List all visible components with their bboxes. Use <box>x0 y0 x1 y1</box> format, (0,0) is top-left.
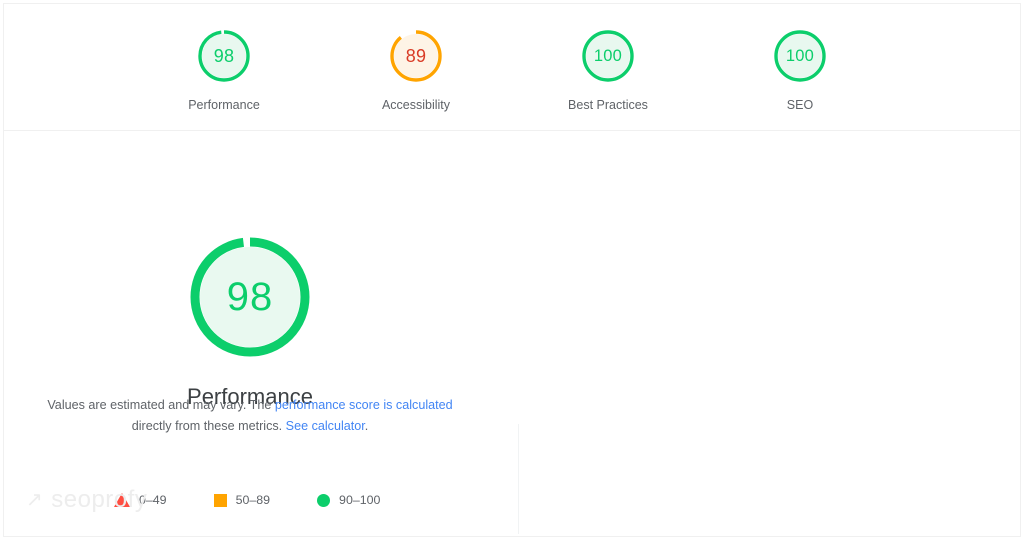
section-divider <box>518 424 519 534</box>
score-gauge-accessibility[interactable]: 89 Accessibility <box>364 28 469 112</box>
big-gauge-value: 98 <box>226 274 274 319</box>
disclaimer-text-part3: . <box>364 419 369 433</box>
big-gauge-ring: 98 <box>186 233 314 361</box>
legend-range-average: 50–89 <box>235 493 271 507</box>
legend-item-pass: 90–100 <box>317 493 380 507</box>
gauge-label-seo: SEO <box>786 98 814 112</box>
watermark-text: seoprofy <box>51 486 148 513</box>
big-score-block: 98 Performance <box>4 233 496 410</box>
legend-item-average: 50–89 <box>213 493 271 507</box>
gauge-ring-seo: 100 <box>772 28 828 84</box>
gauge-label-accessibility: Accessibility <box>381 98 451 112</box>
score-summary-strip: 98 Performance 89 Accessibility 100 Best… <box>4 4 1020 131</box>
score-disclaimer: Values are estimated and may vary. The p… <box>34 395 466 437</box>
disclaimer-text-part1: Values are estimated and may vary. The <box>47 398 275 412</box>
see-calculator-link[interactable]: See calculator <box>286 419 365 433</box>
circle-marker-icon <box>317 493 331 507</box>
legend-range-pass: 90–100 <box>339 493 381 507</box>
performance-detail-area: 98 Performance Values are estimated and … <box>4 131 1020 536</box>
performance-score-link[interactable]: performance score is calculated <box>275 398 453 412</box>
gauge-value-performance: 98 <box>213 45 235 66</box>
score-legend: 0–49 50–89 90–100 <box>114 493 380 507</box>
gauge-value-seo: 100 <box>785 46 815 65</box>
square-marker-icon <box>213 493 227 507</box>
score-gauge-row: 98 Performance 89 Accessibility 100 Best… <box>4 4 1020 112</box>
diagonal-arrow-icon: ↗ <box>26 489 44 511</box>
disclaimer-text-part2: directly from these metrics. <box>131 419 286 433</box>
lighthouse-report-card: 98 Performance 89 Accessibility 100 Best… <box>3 3 1021 537</box>
gauge-ring-accessibility: 89 <box>388 28 444 84</box>
gauge-ring-best-practices: 100 <box>580 28 636 84</box>
score-gauge-performance[interactable]: 98 Performance <box>172 28 277 112</box>
seoprofy-watermark: ↗ seoprofy <box>26 486 147 514</box>
gauge-value-best-practices: 100 <box>593 46 623 65</box>
gauge-value-accessibility: 89 <box>405 45 427 66</box>
score-gauge-best-practices[interactable]: 100 Best Practices <box>556 28 661 112</box>
score-gauge-seo[interactable]: 100 SEO <box>748 28 853 112</box>
gauge-ring-performance: 98 <box>196 28 252 84</box>
gauge-label-best-practices: Best Practices <box>568 98 648 112</box>
gauge-label-performance: Performance <box>188 98 260 112</box>
